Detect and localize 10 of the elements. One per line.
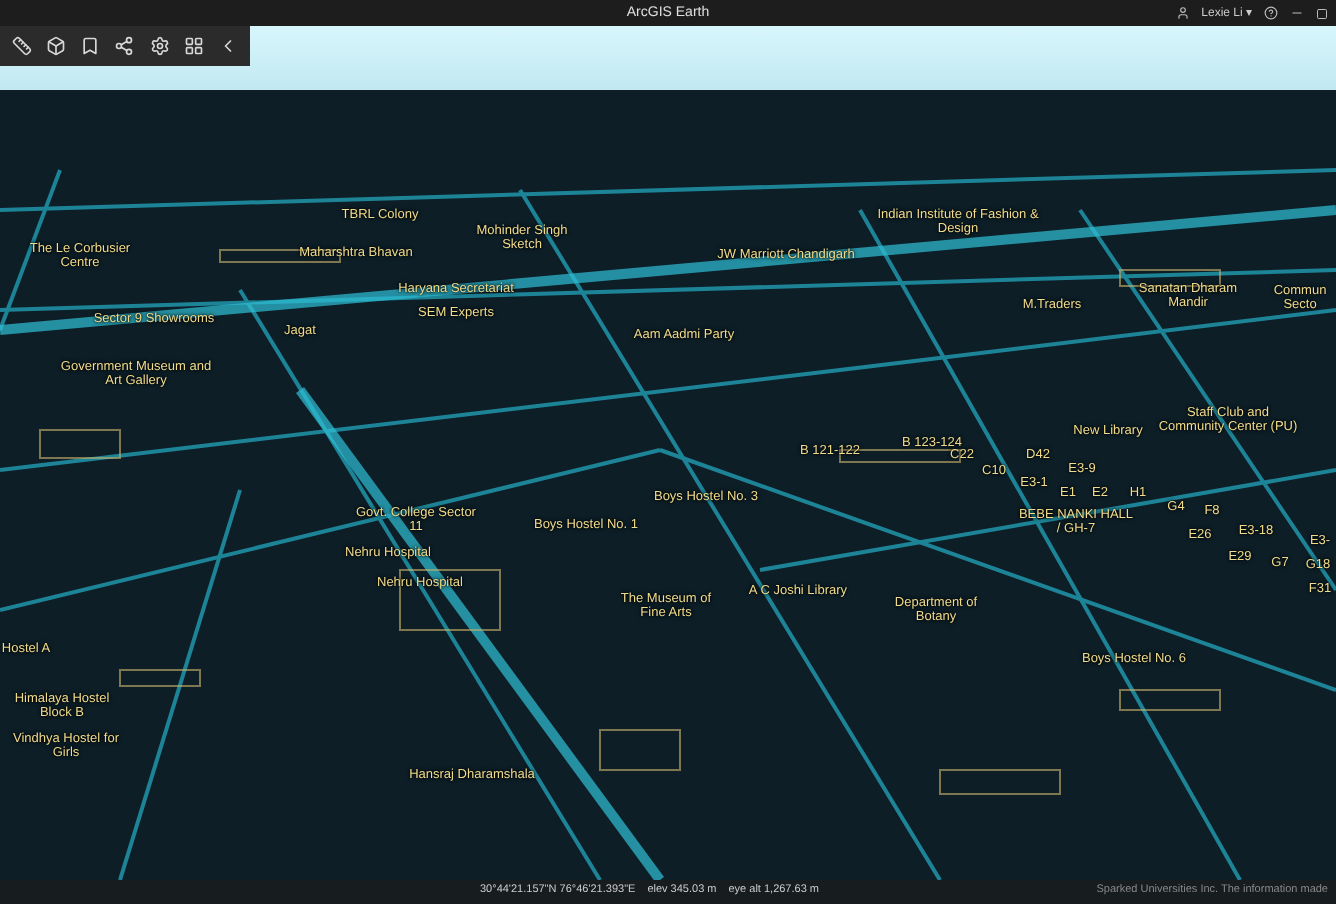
settings-icon[interactable] [149,36,170,56]
maximize-icon[interactable] [1316,7,1328,19]
help-icon[interactable] [1264,6,1278,20]
bookmark-icon[interactable] [80,36,101,56]
cube-icon[interactable] [45,36,66,56]
user-icon[interactable] [1175,6,1190,20]
ruler-icon[interactable] [11,36,32,56]
share-icon[interactable] [114,36,135,56]
minimize-icon[interactable] [1290,6,1304,20]
grid-icon[interactable] [184,36,205,56]
